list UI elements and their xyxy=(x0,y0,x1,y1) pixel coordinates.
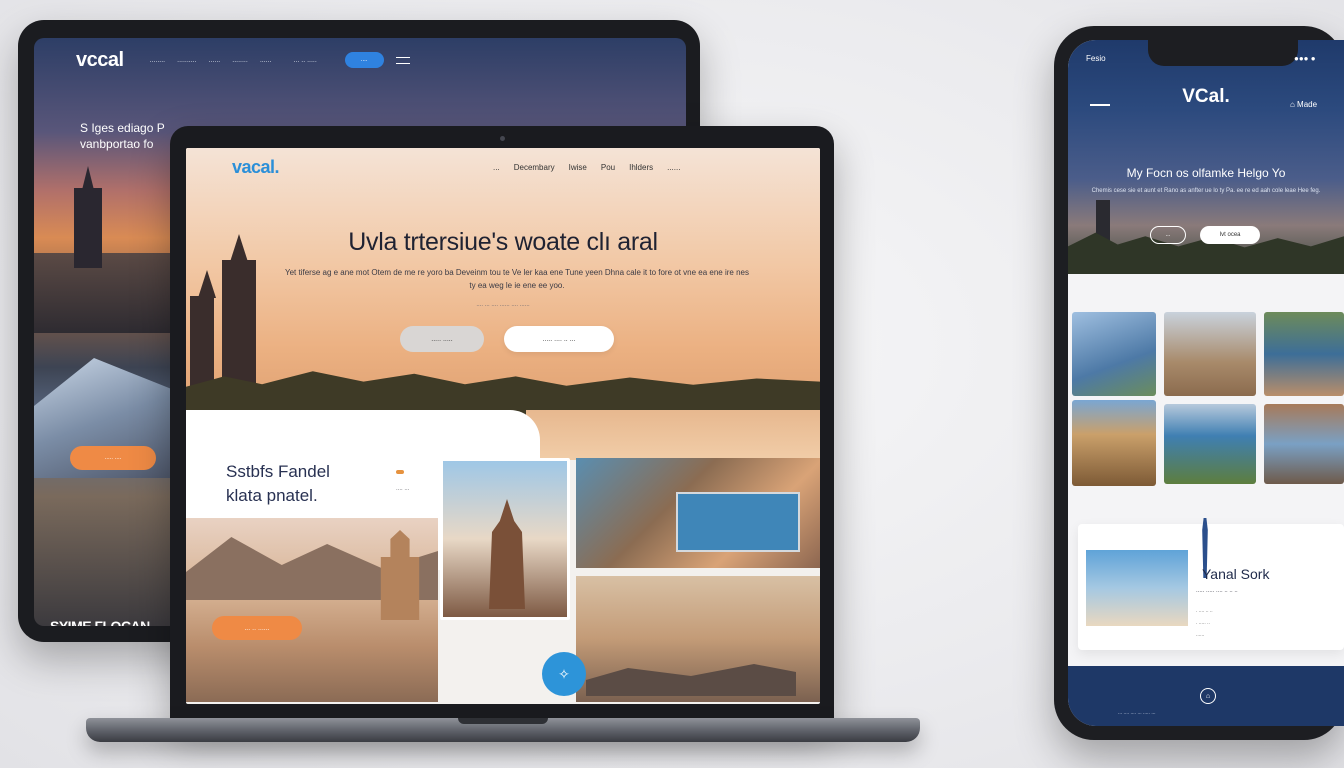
camera-icon xyxy=(500,136,505,141)
gallery-photo-top[interactable] xyxy=(576,458,820,568)
tablet-nav-link[interactable]: .......... xyxy=(177,57,196,64)
hero-primary-button[interactable]: ..... ..... xyxy=(400,326,484,352)
city-image xyxy=(34,253,184,333)
hamburger-menu-icon[interactable] xyxy=(1090,104,1110,106)
hero-secondary-button[interactable]: ..... .... .. ... xyxy=(504,326,614,352)
laptop-screen: vacal. ... Decembary Iwise Pou Ihlders .… xyxy=(186,148,820,704)
gallery-tile[interactable] xyxy=(1164,404,1256,484)
tablet-cta-button[interactable]: ..... .... xyxy=(70,446,156,470)
laptop-device: vacal. ... Decembary Iwise Pou Ihlders .… xyxy=(170,126,834,722)
phone-nav-link[interactable]: ⌂ Made xyxy=(1290,100,1317,109)
gallery-tile[interactable] xyxy=(1264,312,1344,396)
tablet-nav-button[interactable]: .... xyxy=(344,52,384,68)
hero-subtitle: Yet tiferse ag e ane mot Otem de me re y… xyxy=(285,268,749,290)
phone-gallery xyxy=(1068,312,1344,492)
phone-primary-button[interactable]: Ivt ocea xyxy=(1200,226,1260,244)
gallery-photo-main[interactable] xyxy=(440,458,570,620)
card-detail: ...... xyxy=(1196,632,1205,638)
tablet-nav-link[interactable]: ...... xyxy=(260,57,272,64)
tablet-logo[interactable]: vccal xyxy=(76,49,124,72)
footer-text: ... .... .... ... ..... ... xyxy=(1118,710,1156,716)
gallery-photo-bottom[interactable] xyxy=(576,576,820,702)
featured-meta: .... ... xyxy=(396,486,410,492)
card-detail: . ..... .. xyxy=(1196,620,1210,626)
phone-device: Fesio ●●● ● VCal. ⌂ Made My Focn os olfa… xyxy=(1054,26,1344,740)
card-detail: . .... .. .. xyxy=(1196,608,1213,614)
tablet-nav-links: ........ .......... ...... ........ ....… xyxy=(150,57,317,64)
laptop-notch xyxy=(458,718,548,724)
tablet-nav-link[interactable]: ...... xyxy=(209,57,221,64)
hero-meta: .... ... .... ...... .... ...... xyxy=(476,302,530,308)
tablet-bottom-heading: SYIME FLOCAN xyxy=(50,618,150,626)
laptop-base xyxy=(86,718,920,742)
gallery-tile[interactable] xyxy=(1264,404,1344,484)
featured-cta-button[interactable]: ... .. ...... xyxy=(212,616,302,640)
status-icons: ●●● ● xyxy=(1294,54,1316,63)
laptop-logo[interactable]: vacal. xyxy=(232,157,280,178)
rating-badge xyxy=(396,470,404,474)
tablet-navbar: vccal ........ .......... ...... .......… xyxy=(34,38,686,82)
nav-link[interactable]: ...... xyxy=(667,163,680,172)
phone-screen: Fesio ●●● ● VCal. ⌂ Made My Focn os olfa… xyxy=(1068,40,1344,726)
hero-title: Uvla trtersiue's woate clı aral xyxy=(348,228,658,256)
gallery-tile[interactable] xyxy=(1164,312,1256,396)
nav-link[interactable]: Iwise xyxy=(569,163,587,172)
home-icon[interactable]: ⌂ xyxy=(1200,688,1216,704)
tablet-nav-link[interactable]: ........ xyxy=(232,57,248,64)
card-title: Yanal Sork xyxy=(1202,566,1270,582)
tablet-nav-link[interactable]: ........ xyxy=(150,57,166,64)
nav-link[interactable]: Pou xyxy=(601,163,615,172)
chat-icon: ✧ xyxy=(558,665,570,682)
hamburger-menu-icon[interactable] xyxy=(395,56,410,64)
phone-feature-card[interactable]: Yanal Sork ..... ..... .... .. .. .. . .… xyxy=(1078,518,1344,650)
phone-ghost-button[interactable]: ... xyxy=(1150,226,1186,244)
phone-hero-title: My Focn os olfamke Helgo Yo xyxy=(1126,166,1286,180)
featured-title: Sstbfs Fandel klata pnatel. xyxy=(226,462,330,505)
nav-link[interactable]: Ihlders xyxy=(629,163,653,172)
featured-section: Sstbfs Fandel klata pnatel. .... ... ...… xyxy=(186,410,820,704)
phone-hero-subtitle: Chemis cese sie et aunt et Rano as anfte… xyxy=(1091,188,1321,194)
beach-image xyxy=(1086,550,1188,626)
phone-notch xyxy=(1148,40,1298,66)
nav-link[interactable]: ... xyxy=(493,163,500,172)
hero-section: vacal. ... Decembary Iwise Pou Ihlders .… xyxy=(186,148,820,438)
chat-button[interactable]: ✧ xyxy=(542,652,586,696)
card-subtitle: ..... ..... .... .. .. .. xyxy=(1196,588,1238,594)
gallery-tile[interactable] xyxy=(1072,400,1156,486)
laptop-nav-links: ... Decembary Iwise Pou Ihlders ...... xyxy=(493,163,680,172)
nav-link[interactable]: Decembary xyxy=(514,163,555,172)
phone-footer: ⌂ ... .... .... ... ..... ... xyxy=(1068,666,1344,726)
laptop-navbar: vacal. ... Decembary Iwise Pou Ihlders .… xyxy=(186,148,820,186)
gallery-tile[interactable] xyxy=(1072,312,1156,396)
tower-image xyxy=(74,188,102,268)
tablet-nav-link[interactable]: ... .. ..... xyxy=(293,57,316,64)
status-time: Fesio xyxy=(1086,54,1106,63)
